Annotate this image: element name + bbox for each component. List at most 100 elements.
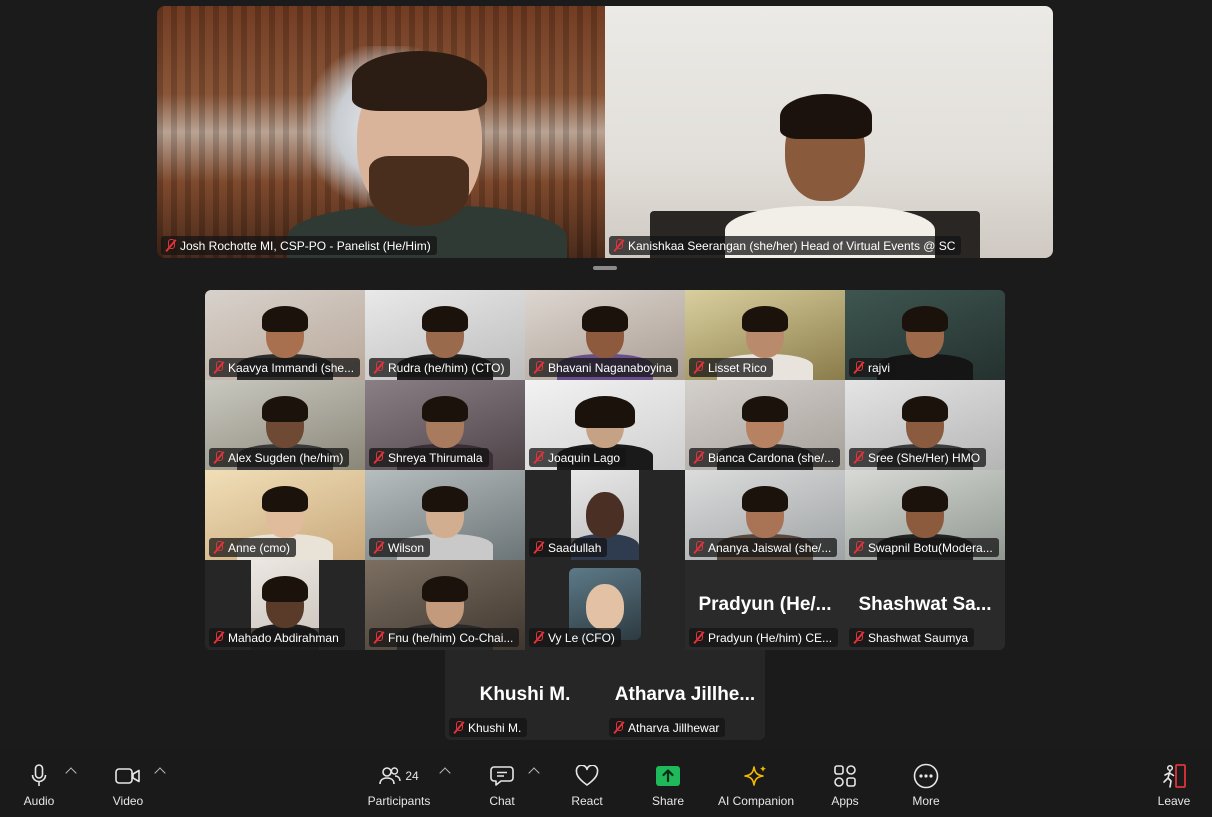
participant-tile[interactable]: Saadullah <box>525 470 685 560</box>
participant-tile[interactable]: Pradyun (He/... Pradyun (He/him) CE... <box>685 560 845 650</box>
participant-name: Shreya Thirumala <box>388 450 483 465</box>
mic-muted-icon <box>373 631 384 644</box>
participant-name: Anne (cmo) <box>228 540 291 555</box>
participant-tile[interactable]: Wilson <box>365 470 525 560</box>
share-screen-icon <box>655 762 681 790</box>
speaker-video-kanishkaa[interactable]: Kanishkaa Seerangan (she/her) Head of Vi… <box>605 6 1053 258</box>
participant-name-tag: Shreya Thirumala <box>369 448 489 467</box>
participant-name-tag: Sree (She/Her) HMO <box>849 448 987 467</box>
mic-muted-icon <box>853 631 864 644</box>
participant-tile[interactable]: Atharva Jillhe... Atharva Jillhewar <box>605 650 765 740</box>
more-label: More <box>912 794 940 808</box>
participant-tile[interactable]: Alex Sugden (he/him) <box>205 380 365 470</box>
share-label: Share <box>651 794 685 808</box>
mic-muted-icon <box>213 631 224 644</box>
participant-name-tag: Rudra (he/him) (CTO) <box>369 358 511 377</box>
mic-muted-icon <box>533 541 544 554</box>
participant-tile[interactable]: Anne (cmo) <box>205 470 365 560</box>
apps-label: Apps <box>831 794 859 808</box>
video-person <box>262 306 308 332</box>
ai-companion-label: AI Companion <box>717 794 795 808</box>
participant-name: Lisset Rico <box>708 360 767 375</box>
chat-bubble-icon <box>490 762 514 790</box>
participant-tile[interactable]: Bhavani Naganaboyina <box>525 290 685 380</box>
audio-label: Audio <box>23 794 55 808</box>
more-button[interactable]: More <box>881 762 971 808</box>
participant-name: Saadullah <box>548 540 602 555</box>
mic-muted-icon <box>213 541 224 554</box>
video-person <box>262 576 308 602</box>
ellipsis-icon <box>913 762 939 790</box>
participant-name-tag: Josh Rochotte MI, CSP-PO - Panelist (He/… <box>161 236 437 255</box>
share-button[interactable]: Share <box>623 762 713 808</box>
participant-tile[interactable]: Rudra (he/him) (CTO) <box>365 290 525 380</box>
mic-muted-icon <box>533 361 544 374</box>
video-person <box>422 396 468 422</box>
participant-tile[interactable]: Bianca Cardona (she/... <box>685 380 845 470</box>
video-person <box>902 396 948 422</box>
participant-tile[interactable]: Shashwat Sa... Shashwat Saumya <box>845 560 1005 650</box>
resize-handle[interactable] <box>593 266 617 270</box>
mic-muted-icon <box>853 451 864 464</box>
leave-button[interactable]: Leave <box>1129 762 1212 808</box>
participant-display-name: Pradyun (He/... <box>698 594 832 615</box>
participant-name: Swapnil Botu(Modera... <box>868 540 993 555</box>
participant-name: Ananya Jaiswal (she/... <box>708 540 832 555</box>
participant-name: Bianca Cardona (she/... <box>708 450 835 465</box>
participant-name-tag: Wilson <box>369 538 431 557</box>
participant-tile[interactable]: Lisset Rico <box>685 290 845 380</box>
participant-name-tag: Swapnil Botu(Modera... <box>849 538 999 557</box>
video-person <box>586 492 624 538</box>
participant-display-name: Khushi M. <box>479 684 571 705</box>
participant-display-name: Atharva Jillhe... <box>614 684 756 705</box>
participant-name: Rudra (he/him) (CTO) <box>388 360 505 375</box>
participant-tile[interactable]: Joaquin Lago <box>525 380 685 470</box>
video-person <box>742 306 788 332</box>
participant-name-tag: Joaquin Lago <box>529 448 627 467</box>
participant-name-tag: Mahado Abdirahman <box>209 628 345 647</box>
mic-muted-icon <box>373 451 384 464</box>
participant-tile[interactable]: Vy Le (CFO) <box>525 560 685 650</box>
participant-name-tag: Alex Sugden (he/him) <box>209 448 350 467</box>
participant-name: Wilson <box>388 540 425 555</box>
video-camera-icon <box>115 762 141 790</box>
mic-muted-icon <box>453 721 464 734</box>
participant-name: Alex Sugden (he/him) <box>228 450 344 465</box>
mic-muted-icon <box>373 361 384 374</box>
participant-tile[interactable]: Swapnil Botu(Modera... <box>845 470 1005 560</box>
participant-tile[interactable]: Khushi M. Khushi M. <box>445 650 605 740</box>
participant-tile[interactable]: Shreya Thirumala <box>365 380 525 470</box>
participant-name: Khushi M. <box>468 720 522 735</box>
apps-button[interactable]: Apps <box>800 762 890 808</box>
participant-tile[interactable]: rajvi <box>845 290 1005 380</box>
participant-name-tag: Vy Le (CFO) <box>529 628 621 647</box>
mic-muted-icon <box>693 541 704 554</box>
participant-tile[interactable]: Ananya Jaiswal (she/... <box>685 470 845 560</box>
participant-name-tag: Fnu (he/him) Co-Chai... <box>369 628 520 647</box>
mic-muted-icon <box>613 239 624 252</box>
video-person <box>742 486 788 512</box>
participant-tile[interactable]: Fnu (he/him) Co-Chai... <box>365 560 525 650</box>
participant-name: Vy Le (CFO) <box>548 630 615 645</box>
ai-companion-button[interactable]: AI Companion <box>711 762 801 808</box>
participant-name: Bhavani Naganaboyina <box>548 360 673 375</box>
participants-count: 24 <box>405 769 419 783</box>
video-person <box>262 396 308 422</box>
participant-name-tag: Bhavani Naganaboyina <box>529 358 679 377</box>
participant-name: Pradyun (He/him) CE... <box>708 630 833 645</box>
mic-muted-icon <box>853 541 864 554</box>
participants-button[interactable]: 24 Participants <box>354 762 444 808</box>
participant-name: Kanishkaa Seerangan (she/her) Head of Vi… <box>628 238 956 253</box>
mic-muted-icon <box>165 239 176 252</box>
people-icon: 24 <box>379 762 419 790</box>
sparkle-icon <box>744 762 768 790</box>
mic-muted-icon <box>213 451 224 464</box>
meeting-toolbar: Audio Video 24 Participants Chat React S… <box>0 750 1212 817</box>
participant-tile[interactable]: Mahado Abdirahman <box>205 560 365 650</box>
react-button[interactable]: React <box>542 762 632 808</box>
speaker-video-josh[interactable]: Josh Rochotte MI, CSP-PO - Panelist (He/… <box>157 6 605 258</box>
participant-tile[interactable]: Kaavya Immandi (she... <box>205 290 365 380</box>
apps-icon <box>833 762 857 790</box>
participant-name-tag: Saadullah <box>529 538 608 557</box>
participant-tile[interactable]: Sree (She/Her) HMO <box>845 380 1005 470</box>
